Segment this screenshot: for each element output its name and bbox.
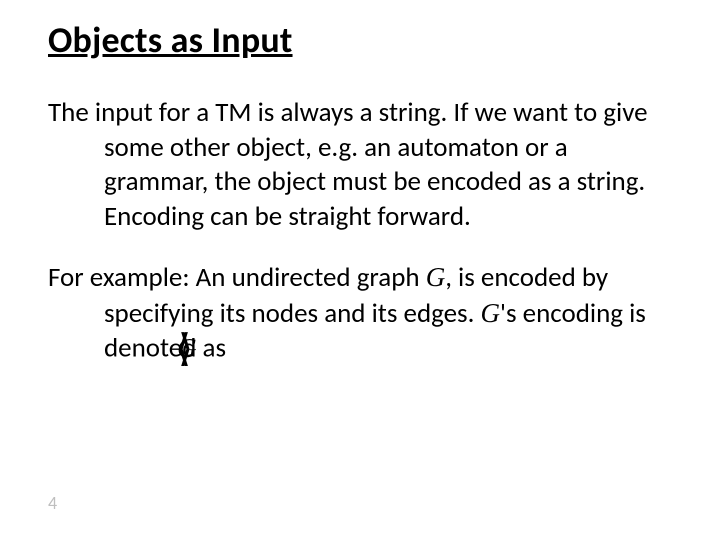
- slide-title: Objects as Input: [48, 18, 672, 62]
- encoding-notation: ⟨G⟩: [232, 331, 234, 366]
- paragraph-2: For example: An undirected graph G, is e…: [48, 260, 672, 366]
- p2-lead: For example: An undirected graph: [48, 261, 426, 294]
- slide: Objects as Input The input for a TM is a…: [0, 0, 720, 540]
- graph-symbol-1: G: [426, 262, 446, 292]
- page-number: 4: [48, 492, 57, 514]
- paragraph-1: The input for a TM is always a string. I…: [48, 96, 672, 234]
- graph-symbol-2: G: [481, 298, 501, 328]
